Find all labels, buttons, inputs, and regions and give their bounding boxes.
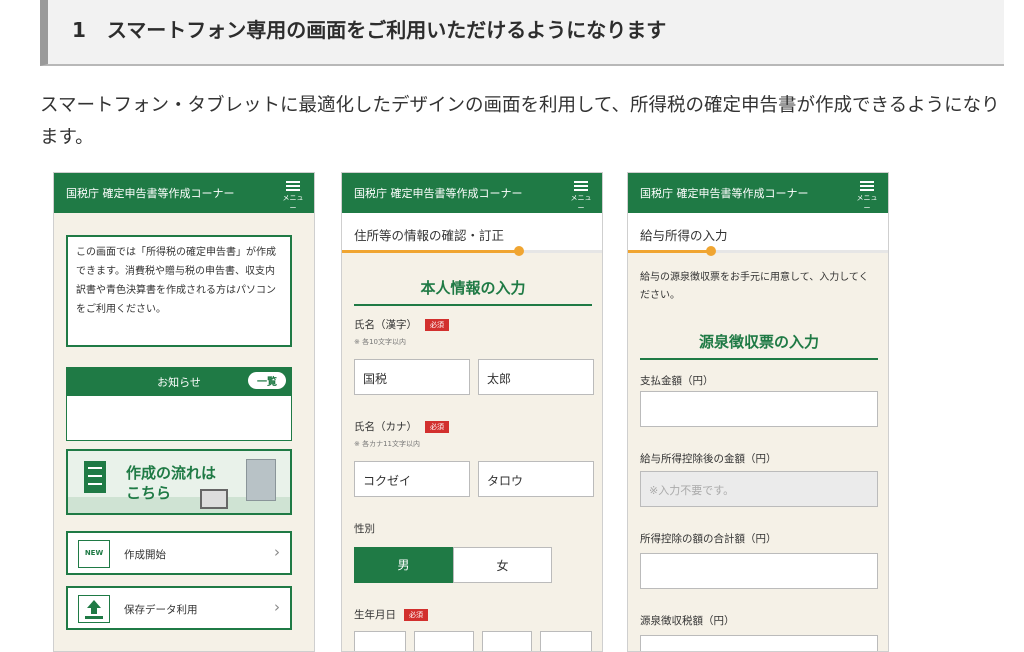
section-title: 源泉徴収票の入力 <box>640 331 878 360</box>
hamburger-icon <box>568 181 594 191</box>
phone-screen-salary-income: 国税庁 確定申告書等作成コーナー メニュー 給与所得の入力 給与の源泉徴収票をお… <box>627 172 889 652</box>
menu-button[interactable]: メニュー <box>280 179 306 213</box>
post-deduction-amount-label: 給与所得控除後の金額（円） <box>640 453 777 465</box>
app-title: 国税庁 確定申告書等作成コーナー <box>640 187 809 200</box>
menu-label: メニュー <box>282 194 304 212</box>
news-header: お知らせ 一覧 <box>66 367 292 395</box>
menu-label: メニュー <box>570 194 592 212</box>
app-title: 国税庁 確定申告書等作成コーナー <box>66 187 235 200</box>
section-heading: 1 スマートフォン専用の画面をご利用いただけるようになります <box>40 0 1004 66</box>
name-kana-note: ※ 各カナ11文字以内 <box>354 440 420 448</box>
birth-era-select[interactable] <box>354 631 406 651</box>
gender-label: 性別 <box>354 523 375 535</box>
gender-male-option[interactable]: 男 <box>354 547 453 583</box>
birth-date-label: 生年月日 必須 <box>354 607 428 622</box>
hamburger-icon <box>280 181 306 191</box>
screen-body: 給与所得の入力 給与の源泉徴収票をお手元に用意して、入力してください。 源泉徴収… <box>628 213 888 651</box>
saved-data-button[interactable]: 保存データ利用 › <box>66 586 292 630</box>
progress-bar <box>628 246 888 256</box>
step-title: 住所等の情報の確認・訂正 <box>354 228 505 243</box>
required-badge: 必須 <box>425 319 449 331</box>
last-name-kanji-input[interactable]: 国税 <box>354 359 470 395</box>
hamburger-icon <box>854 181 880 191</box>
name-kana-label: 氏名（カナ） 必須 <box>354 419 449 434</box>
step-title-bar: 住所等の情報の確認・訂正 <box>342 213 602 256</box>
start-label: 作成開始 <box>124 549 166 561</box>
last-name-kana-input[interactable]: コクゼイ <box>354 461 470 497</box>
phone-screen-top: 国税庁 確定申告書等作成コーナー メニュー この画面では「所得税の確定申告書」が… <box>53 172 315 652</box>
step-title-bar: 給与所得の入力 <box>628 213 888 256</box>
first-name-kana-input[interactable]: タロウ <box>478 461 594 497</box>
instruction-text: 給与の源泉徴収票をお手元に用意して、入力してください。 <box>640 272 869 301</box>
post-deduction-amount-input: ※入力不要です。 <box>640 471 878 507</box>
menu-label: メニュー <box>856 194 878 212</box>
payment-amount-input[interactable] <box>640 391 878 427</box>
name-kanji-label: 氏名（漢字） 必須 <box>354 317 449 332</box>
name-kanji-note: ※ 各10文字以内 <box>354 338 406 346</box>
upload-data-icon <box>78 595 110 623</box>
news-list-button[interactable]: 一覧 <box>248 372 286 389</box>
new-document-icon: NEW <box>78 540 110 568</box>
withholding-tax-input[interactable] <box>640 635 878 651</box>
start-button[interactable]: NEW 作成開始 › <box>66 531 292 575</box>
gender-female-option[interactable]: 女 <box>453 547 552 583</box>
section-title: 本人情報の入力 <box>354 277 592 306</box>
screen-body: この画面では「所得税の確定申告書」が作成できます。消費税や贈与税の申告書、収支内… <box>54 213 314 651</box>
birth-year-input[interactable] <box>414 631 474 651</box>
heading-title: 1 スマートフォン専用の画面をご利用いただけるようになります <box>72 18 667 42</box>
app-title: 国税庁 確定申告書等作成コーナー <box>354 187 523 200</box>
step-title: 給与所得の入力 <box>640 228 728 243</box>
chevron-right-icon: › <box>274 598 280 616</box>
first-name-kanji-input[interactable]: 太郎 <box>478 359 594 395</box>
chevron-right-icon: › <box>274 543 280 561</box>
saved-data-label: 保存データ利用 <box>124 604 198 616</box>
screen-body: 住所等の情報の確認・訂正 本人情報の入力 氏名（漢字） 必須 ※ 各10文字以内 … <box>342 213 602 651</box>
menu-button[interactable]: メニュー <box>568 179 594 213</box>
required-badge: 必須 <box>425 421 449 433</box>
deduction-total-input[interactable] <box>640 553 878 589</box>
document-icon <box>84 461 106 493</box>
notice-box: この画面では「所得税の確定申告書」が作成できます。消費税や贈与税の申告書、収支内… <box>66 235 292 347</box>
flow-banner[interactable]: 作成の流れは こちら <box>66 449 292 515</box>
gender-toggle: 男 女 <box>354 547 552 583</box>
intro-paragraph: スマートフォン・タブレットに最適化したデザインの画面を利用して、所得税の確定申告… <box>40 95 1000 148</box>
withholding-tax-label: 源泉徴収税額（円） <box>640 615 735 627</box>
laptop-icon <box>200 489 228 509</box>
birth-month-input[interactable] <box>482 631 532 651</box>
payment-amount-label: 支払金額（円） <box>640 375 714 387</box>
app-header: 国税庁 確定申告書等作成コーナー メニュー <box>628 173 888 213</box>
mailbox-icon <box>246 459 276 501</box>
news-list <box>66 395 292 441</box>
menu-button[interactable]: メニュー <box>854 179 880 213</box>
app-header: 国税庁 確定申告書等作成コーナー メニュー <box>54 173 314 213</box>
phone-screen-personal-info: 国税庁 確定申告書等作成コーナー メニュー 住所等の情報の確認・訂正 本人情報の… <box>341 172 603 652</box>
progress-bar <box>342 246 602 256</box>
deduction-total-label: 所得控除の額の合計額（円） <box>640 533 777 545</box>
app-header: 国税庁 確定申告書等作成コーナー メニュー <box>342 173 602 213</box>
birth-day-input[interactable] <box>540 631 592 651</box>
required-badge: 必須 <box>404 609 428 621</box>
